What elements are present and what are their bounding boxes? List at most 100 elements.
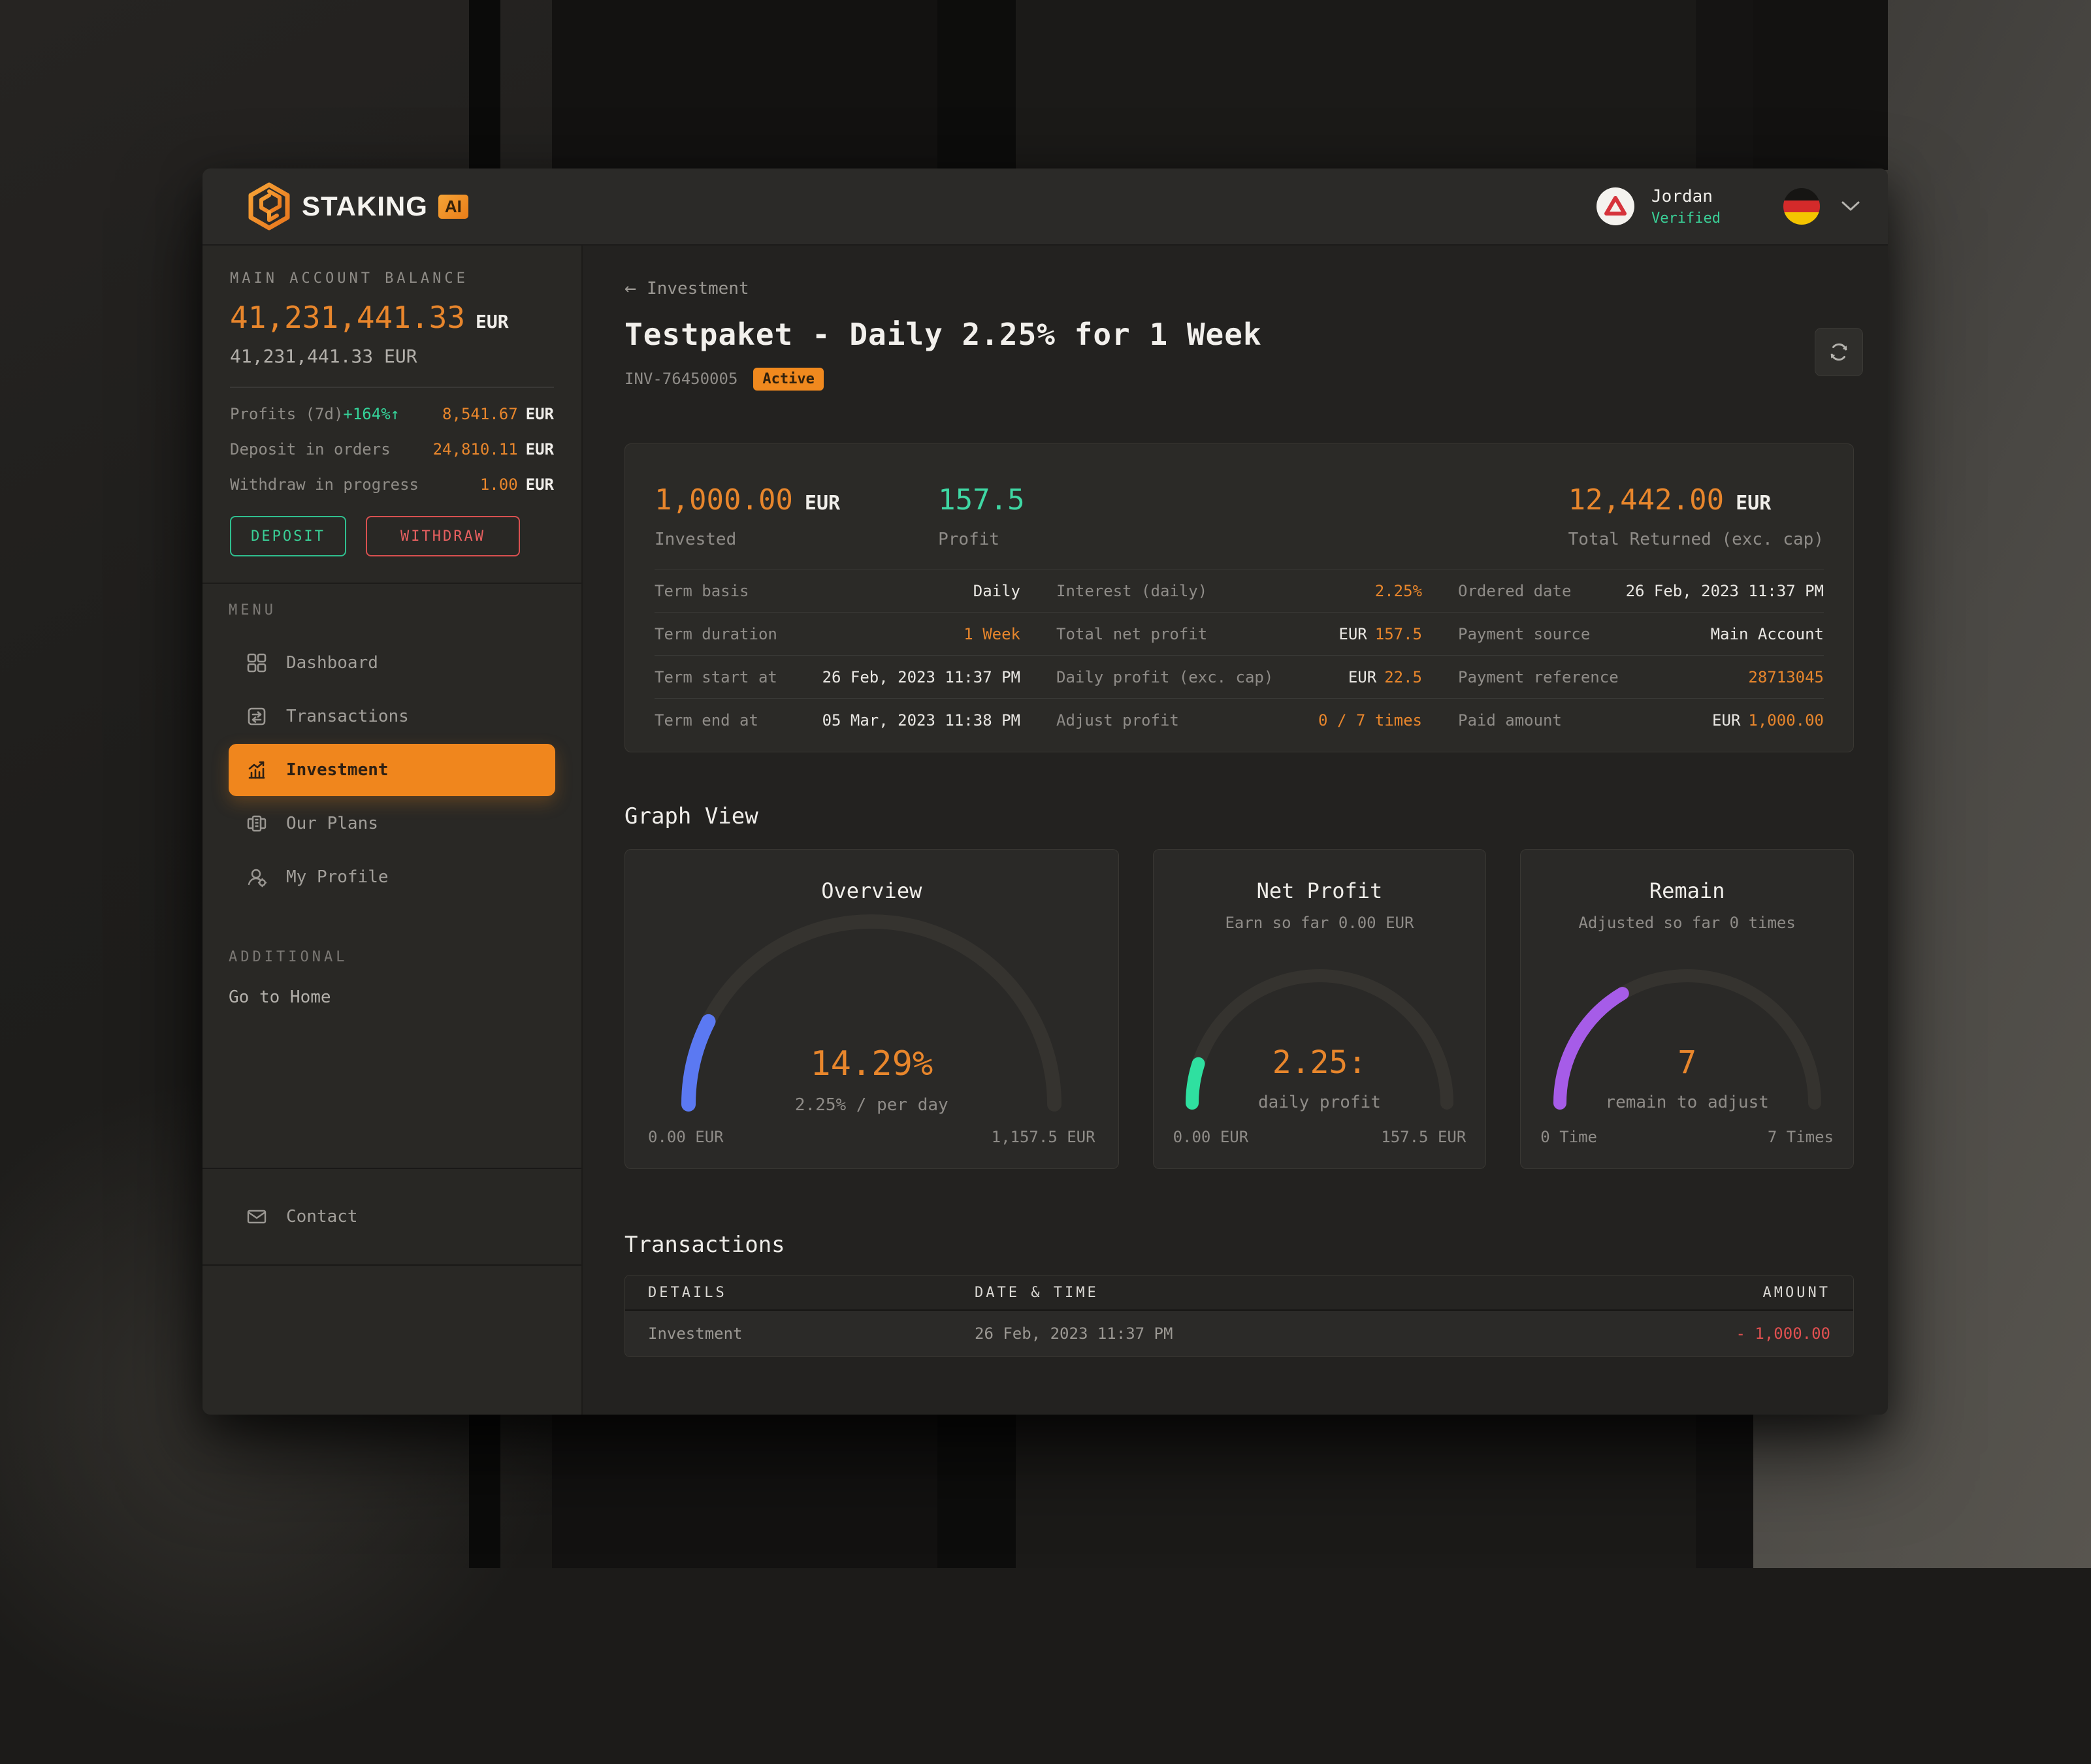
graph-view-heading: Graph View: [624, 803, 1854, 829]
brand-logo-icon: [247, 182, 291, 231]
go-to-home-link[interactable]: Go to Home: [229, 987, 555, 1007]
user-name: Jordan: [1651, 187, 1721, 206]
language-flag-de[interactable]: [1783, 188, 1820, 225]
back-link[interactable]: ← Investment: [624, 277, 749, 300]
user-meta[interactable]: Jordan Verified: [1651, 187, 1721, 227]
detail-label: Interest (daily): [1056, 582, 1207, 600]
total-returned-label: Total Returned (exc. cap): [1568, 530, 1824, 549]
table-row[interactable]: Investment 26 Feb, 2023 11:37 PM - 1,000…: [625, 1311, 1853, 1356]
sidebar-item-contact[interactable]: Contact: [229, 1206, 358, 1228]
detail-label: Term basis: [655, 582, 749, 600]
balance-section: MAIN ACCOUNT BALANCE 41,231,441.33 EUR 4…: [203, 246, 581, 556]
gauge-title: Net Profit: [1154, 878, 1486, 903]
balance-secondary: 41,231,441.33 EUR: [230, 345, 554, 367]
gauge-sublabel: remain to adjust: [1521, 1093, 1853, 1112]
chevron-down-icon[interactable]: [1841, 200, 1860, 212]
refresh-icon: [1827, 340, 1851, 364]
brand[interactable]: STAKING AI: [247, 182, 468, 231]
transactions-table: DETAILS DATE & TIME AMOUNT Investment 26…: [624, 1275, 1854, 1357]
brand-ai-badge: AI: [438, 195, 468, 219]
refresh-button[interactable]: [1815, 328, 1863, 376]
details-row: Term basisDaily Interest (daily)2.25% Or…: [655, 569, 1824, 612]
balance-label: MAIN ACCOUNT BALANCE: [230, 270, 554, 287]
details-row: Term start at 26 Feb, 2023 11:37 PM Daily…: [655, 655, 1824, 698]
detail-label: Term start at: [655, 668, 777, 686]
detail-label: Payment source: [1458, 625, 1590, 643]
row-label: Withdraw in progress: [230, 475, 419, 494]
brand-name: STAKING: [302, 191, 428, 222]
total-returned-currency: EUR: [1736, 492, 1771, 515]
gauge-sublabel: daily profit: [1154, 1093, 1486, 1112]
detail-value: 26 Feb, 2023 11:37 PM: [822, 668, 1020, 686]
menu-label: MENU: [229, 602, 555, 618]
detail-label: Daily profit (exc. cap): [1056, 668, 1273, 686]
gauge-card-net-profit: Net Profit Earn so far 0.00 EUR 2.25: da…: [1153, 849, 1487, 1169]
deposit-button[interactable]: DEPOSIT: [230, 516, 346, 556]
detail-label: Adjust profit: [1056, 711, 1179, 730]
stat-profit: 157.5 Profit: [938, 483, 1024, 549]
detail-label: Total net profit: [1056, 625, 1207, 643]
gauge-max-label: 1,157.5 EUR: [992, 1128, 1095, 1146]
contact-band: Contact: [203, 1168, 581, 1266]
back-arrow-icon: ←: [624, 277, 636, 300]
transactions-table-header: DETAILS DATE & TIME AMOUNT: [625, 1275, 1853, 1311]
gauge-title: Remain: [1521, 878, 1853, 903]
balance-row-profits: Profits (7d)+164%↑ 8,541.67 EUR: [230, 405, 554, 423]
gauge-min-label: 0.00 EUR: [648, 1128, 724, 1146]
gauge-card-overview: Overview 14.29% 2.25% / per day 0.00 EUR…: [624, 849, 1119, 1169]
sidebar-item-label: Transactions: [286, 707, 409, 726]
row-value: 24,810.11: [433, 440, 518, 458]
profile-icon: [246, 866, 268, 888]
transactions-heading: Transactions: [624, 1232, 1854, 1258]
sidebar: MAIN ACCOUNT BALANCE 41,231,441.33 EUR 4…: [203, 246, 583, 1415]
sidebar-item-label: My Profile: [286, 867, 389, 887]
stat-invested: 1,000.00 EUR Invested: [655, 483, 840, 549]
total-returned-value: 12,442.00: [1568, 483, 1724, 517]
investment-details-table: Term basisDaily Interest (daily)2.25% Or…: [655, 569, 1824, 741]
detail-value: Daily: [973, 582, 1020, 600]
detail-label: Ordered date: [1458, 582, 1571, 600]
gauge-value: 14.29%: [625, 1044, 1118, 1083]
detail-value-prefix: EUR: [1712, 711, 1740, 730]
row-label: Deposit in orders: [230, 440, 391, 458]
tx-details: Investment: [625, 1324, 975, 1343]
gauge-value: 2.25:: [1154, 1044, 1486, 1081]
back-label: Investment: [647, 279, 749, 298]
investment-code: INV-76450005: [624, 370, 738, 388]
stat-total-returned: 12,442.00 EUR Total Returned (exc. cap): [1568, 483, 1824, 549]
plans-icon: [246, 812, 268, 835]
profit-value: 157.5: [938, 483, 1024, 517]
row-currency: EUR: [526, 440, 554, 458]
withdraw-button[interactable]: WITHDRAW: [366, 516, 520, 556]
gauge-subtitle: Earn so far 0.00 EUR: [1154, 914, 1486, 932]
main-content: ← Investment Testpaket - Daily 2.25% for…: [583, 246, 1888, 1415]
sidebar-item-investment[interactable]: Investment: [229, 744, 555, 796]
detail-value: 0 / 7 times: [1318, 711, 1422, 730]
row-value: 8,541.67: [442, 405, 518, 423]
tx-datetime: 26 Feb, 2023 11:37 PM: [975, 1324, 1644, 1343]
additional-section: ADDITIONAL Go to Home: [203, 949, 581, 1007]
balance-row-deposit: Deposit in orders 24,810.11 EUR: [230, 440, 554, 458]
sidebar-item-my-profile[interactable]: My Profile: [229, 851, 555, 903]
detail-value: 1 Week: [964, 625, 1020, 643]
gauge-subtitle: Adjusted so far 0 times: [1521, 914, 1853, 932]
details-row: Term duration1 Week Total net profitEUR1…: [655, 612, 1824, 655]
sidebar-item-dashboard[interactable]: Dashboard: [229, 637, 555, 689]
sidebar-item-label: Dashboard: [286, 653, 378, 673]
sidebar-item-our-plans[interactable]: Our Plans: [229, 797, 555, 850]
detail-label: Term duration: [655, 625, 777, 643]
detail-value: 1,000.00: [1748, 711, 1824, 730]
gauge-card-remain: Remain Adjusted so far 0 times 7 remain …: [1520, 849, 1854, 1169]
detail-value: 157.5: [1375, 625, 1422, 643]
gauge-value: 7: [1521, 1044, 1853, 1081]
detail-value: Main Account: [1711, 625, 1824, 643]
menu-section: MENU Dashboard: [203, 583, 581, 903]
divider: [230, 387, 554, 388]
avatar[interactable]: [1597, 187, 1634, 225]
gauge-max-label: 7 Times: [1768, 1128, 1834, 1146]
row-currency: EUR: [526, 405, 554, 423]
profit-label: Profit: [938, 530, 1024, 549]
detail-value-prefix: EUR: [1348, 668, 1376, 686]
investment-icon: [246, 759, 268, 781]
sidebar-item-transactions[interactable]: Transactions: [229, 690, 555, 743]
